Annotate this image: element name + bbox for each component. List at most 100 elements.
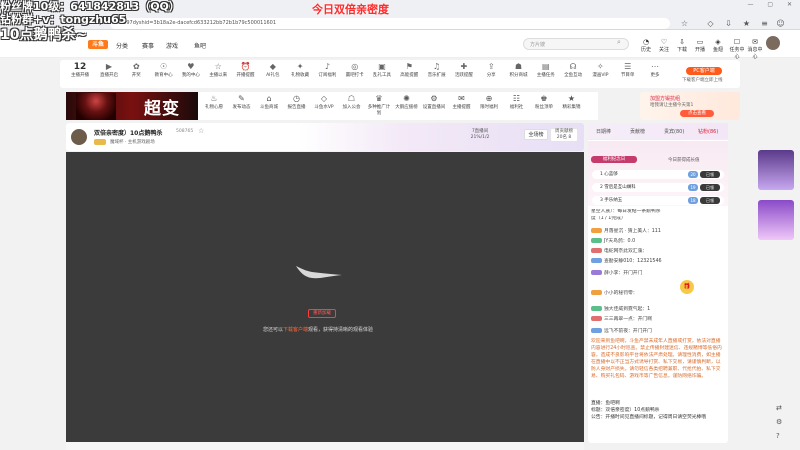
- fan-row[interactable]: 1 心蓝够 20 已领: [592, 170, 724, 179]
- feature-item[interactable]: ♥ 我的中心: [180, 62, 202, 78]
- feature-icon: ⋯: [651, 62, 659, 71]
- feature-icon: ▤: [542, 62, 550, 71]
- weekly-rank[interactable]: 周贡献榜 20名 8: [550, 128, 578, 142]
- feature-item[interactable]: ✦ 礼物收藏: [289, 62, 311, 78]
- feature-item[interactable]: ☆ 主播以来: [207, 62, 229, 78]
- rail-promo-card[interactable]: [758, 200, 794, 240]
- chat-message[interactable]: 度（1 / 1完成）: [591, 216, 723, 222]
- header-history[interactable]: ◔ 历史: [638, 38, 654, 53]
- feature-item[interactable]: ♪ 订阅福利: [316, 62, 338, 78]
- feature-item[interactable]: ✿ 开奖: [125, 62, 147, 78]
- gift-icon[interactable]: 🎁: [680, 280, 694, 294]
- tool-item[interactable]: ★ 精彩集锦: [560, 94, 584, 110]
- tool-item[interactable]: ♛ 多种推广计划: [367, 94, 391, 116]
- feature-item[interactable]: ⋯ 更多: [644, 62, 666, 78]
- feature-item[interactable]: ⏰ 开播提醒: [235, 62, 257, 78]
- feature-icon: ◆: [269, 62, 276, 71]
- chat-message[interactable]: 电蛇网奈此双汇藻：: [591, 248, 723, 255]
- pc-client-sub: 下载客户端立即上线: [682, 78, 723, 83]
- tab-vip[interactable]: 贵宾(80): [664, 128, 684, 135]
- follow-icon[interactable]: ☆: [198, 127, 204, 135]
- star-filled-icon[interactable]: ★: [742, 19, 751, 28]
- profile-icon[interactable]: ☺: [776, 19, 785, 28]
- side-promo-button[interactable]: 点击查看: [680, 110, 714, 117]
- video-player[interactable]: [66, 152, 584, 442]
- rail-promo-card[interactable]: [758, 150, 794, 190]
- fan-row[interactable]: 3 手乐纳五 18 已领: [592, 196, 724, 205]
- header-message[interactable]: ✉ 消息中心: [746, 38, 764, 60]
- tool-item[interactable]: ♚ 粉丝顶单: [532, 94, 556, 110]
- download-icon[interactable]: ⇩: [724, 19, 733, 28]
- search-input[interactable]: 方片嫂: [523, 38, 629, 50]
- tool-icon: ⚙: [430, 94, 438, 103]
- chat-message[interactable]: 远飞不前夜：开门开门: [591, 328, 723, 335]
- feature-item[interactable]: ◆ AI礼包: [262, 62, 284, 78]
- nav-fishbar[interactable]: 鱼吧: [194, 41, 206, 50]
- chat-message[interactable]: 薛小李：开门开门: [591, 270, 723, 277]
- feature-icon: ✚: [460, 62, 468, 71]
- window-controls[interactable]: — ▢ ✕: [747, 1, 798, 8]
- feature-item[interactable]: ☰ 节目单: [617, 62, 639, 78]
- gear-icon[interactable]: ⚙: [776, 418, 782, 426]
- search-icon[interactable]: ⌕: [617, 38, 621, 47]
- tool-item[interactable]: ✉ 主播提醒: [450, 94, 474, 110]
- feature-item[interactable]: ☊ 全鱼互动: [562, 62, 584, 78]
- feature-item[interactable]: ⇪ 分享: [480, 62, 502, 78]
- feature-item[interactable]: ✚ 活跃提醒: [453, 62, 475, 78]
- header-download[interactable]: ⇩ 下载: [674, 38, 690, 53]
- feature-item[interactable]: ♫ 音乐扩展: [426, 62, 448, 78]
- tab-diamond-fans[interactable]: 钻粉(86): [698, 128, 718, 135]
- room-info: 直播：鱼吧啊 标题：双倍亲密度）10点鹅鸭杀 公告：开播时间见直播间标题，记得周…: [591, 401, 707, 420]
- chat-message[interactable]: 三三再翠一点：开门啊: [591, 316, 723, 323]
- feature-item[interactable]: ▤ 主播任务: [535, 62, 557, 78]
- header-fin[interactable]: ◈ 鱼翅: [710, 38, 726, 53]
- banner-title: 超变: [144, 99, 180, 119]
- nav-events[interactable]: 赛事: [142, 41, 154, 50]
- room-title: 双倍亲密度）10点鹅鸭杀: [94, 130, 163, 137]
- tool-item[interactable]: ⊕ 限时福利: [477, 94, 501, 110]
- chat-message[interactable]: 查勘安静010：12321546: [591, 258, 723, 265]
- menu-icon[interactable]: ≡: [760, 19, 769, 28]
- streamer-level-badge: [94, 139, 106, 145]
- rank-button[interactable]: 全场榜: [524, 129, 548, 140]
- extension-icon[interactable]: ◇: [706, 19, 715, 28]
- user-avatar[interactable]: [766, 36, 780, 50]
- tool-item[interactable]: ☷ 福利社: [505, 94, 529, 110]
- chat-message[interactable]: JY天鸟鸽：0.0: [591, 238, 723, 245]
- tool-item[interactable]: ✺ 大鹅应援榜: [395, 94, 419, 110]
- tab-date[interactable]: 日期棒: [596, 128, 611, 135]
- feature-item[interactable]: ▣ 乱礼工具: [371, 62, 393, 78]
- chat-message[interactable]: 月落星沉 · 猜上美人：111: [591, 228, 723, 235]
- tab-contribution[interactable]: 贡献榜: [630, 128, 645, 135]
- chat-message[interactable]: 星空人族）：每日发帖一条鹅鸭杀: [591, 209, 723, 215]
- tool-item[interactable]: ⌂ 斗鱼商城: [257, 94, 281, 110]
- feature-item[interactable]: ▶ 直播开启: [98, 62, 120, 78]
- help-icon[interactable]: ?: [776, 432, 780, 440]
- tool-item[interactable]: ✎ 发布动态: [230, 94, 254, 110]
- download-client-link[interactable]: 下载客户端: [283, 327, 308, 333]
- feature-item[interactable]: ☉ 教育中心: [153, 62, 175, 78]
- streamer-avatar[interactable]: [70, 128, 88, 146]
- tool-item[interactable]: ◷ 报告直播: [285, 94, 309, 110]
- feature-item[interactable]: ☗ 积分商城: [508, 62, 530, 78]
- feature-item[interactable]: ✧ 漫画VIP: [589, 62, 611, 78]
- pc-client-button[interactable]: PC客户端: [686, 67, 722, 75]
- header-broadcast[interactable]: ▭ 开播: [692, 38, 708, 53]
- tool-item[interactable]: ◇ 斗鱼水VP: [312, 94, 336, 110]
- share-icon[interactable]: ⇄: [776, 404, 782, 412]
- reload-button[interactable]: 重新加载: [308, 309, 336, 318]
- tool-item[interactable]: ⚙ 设置直播间: [422, 94, 446, 110]
- header-follow[interactable]: ♡ 关注: [656, 38, 672, 53]
- address-bar[interactable]: 1597dyshid=3b18a2e-dacefcd633212bb72b1b7…: [110, 18, 670, 29]
- tool-item[interactable]: ☖ 加入公会: [340, 94, 364, 110]
- nav-games[interactable]: 游戏: [166, 41, 178, 50]
- fan-badge: [591, 258, 602, 263]
- feature-item[interactable]: ◎ 赢吧打卡: [344, 62, 366, 78]
- chat-message[interactable]: 小小的秘罚零：: [591, 290, 723, 297]
- header-task[interactable]: ☐ 任务中心: [728, 38, 746, 60]
- star-icon[interactable]: ☆: [680, 19, 689, 28]
- tool-item[interactable]: ♨ 礼物心愿: [202, 94, 226, 110]
- chat-message[interactable]: 独大佳威到霓气起：1: [591, 306, 723, 313]
- feature-item[interactable]: ⚑ 高能提醒: [398, 62, 420, 78]
- fan-row[interactable]: 2 雪后是互山斓科 19 已领: [592, 183, 724, 192]
